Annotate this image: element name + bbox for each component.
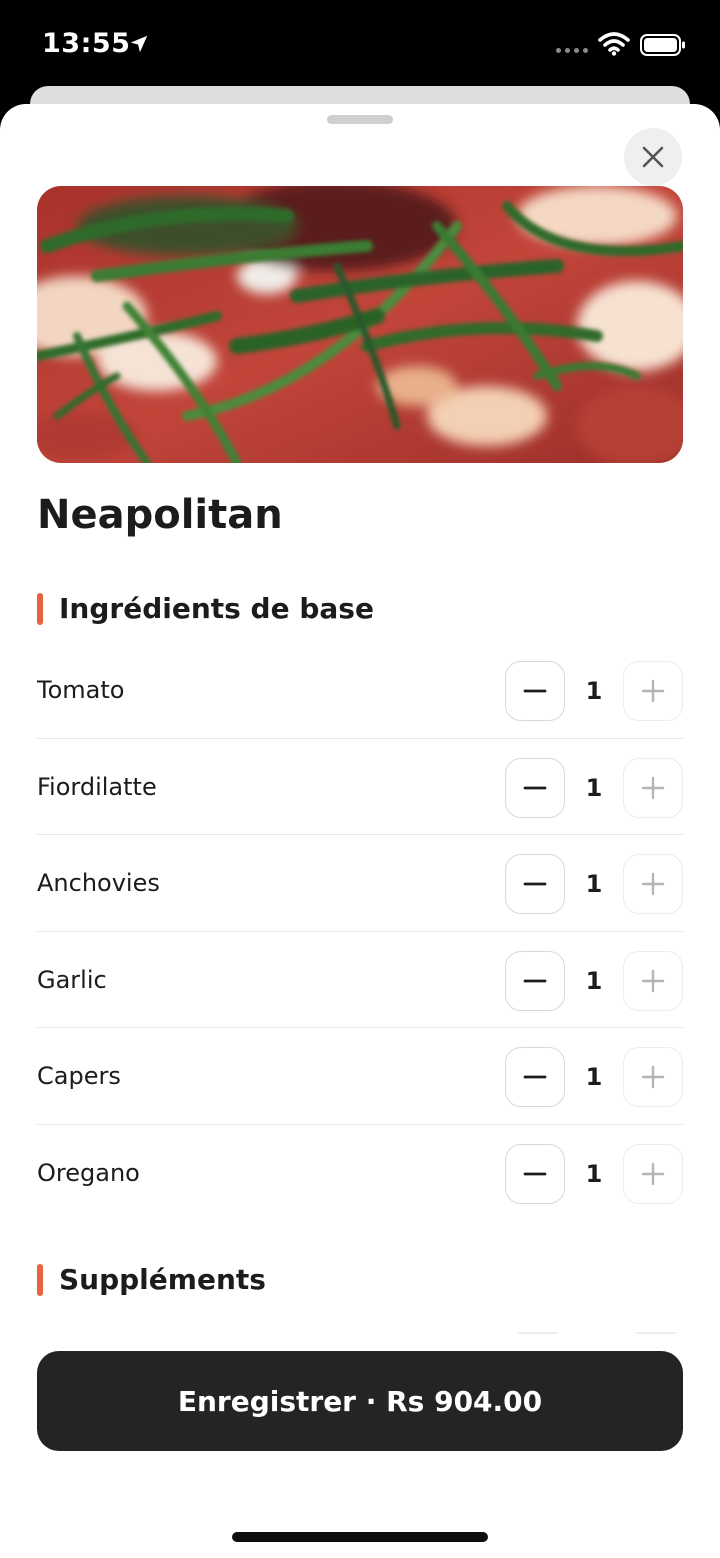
increase-button[interactable] <box>623 950 683 1011</box>
quantity-value: 1 <box>585 966 603 995</box>
quantity-value: 1 <box>585 1063 603 1092</box>
minus-icon <box>523 1172 547 1176</box>
product-sheet: Neapolitan Ingrédients de base Tomato 1 … <box>0 104 720 1558</box>
ingredient-row-oregano: Oregano 1 <box>37 1125 683 1222</box>
increase-button[interactable] <box>623 1143 683 1204</box>
quantity-stepper: 1 <box>505 661 683 721</box>
decrease-button[interactable] <box>505 950 565 1011</box>
quantity-stepper: 1 <box>505 1143 683 1204</box>
close-button[interactable] <box>624 128 682 186</box>
ingredient-name: Garlic <box>37 965 107 994</box>
minus-icon <box>523 882 547 886</box>
location-arrow-icon <box>130 35 148 53</box>
status-bar: 13:55 <box>0 0 720 88</box>
save-button[interactable]: Enregistrer · Rs 904.00 <box>37 1351 683 1451</box>
plus-icon <box>641 1162 665 1186</box>
home-indicator <box>232 1532 488 1542</box>
quantity-stepper: 1 <box>505 950 683 1011</box>
quantity-value: 1 <box>585 677 603 705</box>
quantity-stepper: 1 <box>505 1047 683 1108</box>
ingredient-name: Oregano <box>37 1158 140 1187</box>
quantity-value: 1 <box>585 1159 603 1188</box>
increase-button[interactable] <box>623 854 683 915</box>
plus-icon <box>641 1066 665 1089</box>
quantity-stepper: 1 <box>505 757 683 818</box>
minus-icon <box>523 979 547 983</box>
quantity-stepper: 1 <box>505 854 683 915</box>
signal-dots-icon <box>556 48 588 53</box>
ingredient-row-garlic: Garlic 1 <box>37 932 683 1029</box>
decrease-button[interactable] <box>505 661 565 721</box>
increase-button[interactable] <box>623 757 683 818</box>
ingredient-list: Tomato 1 Fiordilatte 1 Anchovies 1 Garli… <box>37 642 683 1222</box>
plus-icon <box>641 776 665 799</box>
ingredient-row-fiordilatte: Fiordilatte 1 <box>37 739 683 836</box>
decrease-button[interactable] <box>505 1143 565 1204</box>
section-base-ingredients: Ingrédients de base <box>37 592 374 625</box>
section-supplements: Suppléments <box>37 1263 266 1296</box>
quantity-value: 1 <box>585 773 603 802</box>
decrease-button[interactable] <box>505 757 565 818</box>
ingredient-row-capers: Capers 1 <box>37 1028 683 1125</box>
plus-icon <box>641 872 665 896</box>
sheet-grabber[interactable] <box>327 115 393 124</box>
scrolled-stepper-edge <box>518 1332 676 1336</box>
section-accent-bar <box>37 1263 43 1296</box>
quantity-value: 1 <box>585 870 603 899</box>
ingredient-name: Capers <box>37 1062 121 1091</box>
ingredient-name: Anchovies <box>37 869 160 898</box>
battery-icon <box>640 34 685 56</box>
decrease-button[interactable] <box>505 854 565 915</box>
close-icon <box>642 146 664 168</box>
section-title: Suppléments <box>59 1263 266 1296</box>
status-time: 13:55 <box>42 28 131 59</box>
plus-icon <box>641 679 665 703</box>
ingredient-name: Fiordilatte <box>37 772 157 801</box>
minus-icon <box>523 689 547 693</box>
wifi-icon <box>598 32 630 56</box>
minus-icon <box>523 786 547 789</box>
section-accent-bar <box>37 592 43 625</box>
ingredient-name: Tomato <box>37 676 125 704</box>
minus-icon <box>523 1075 547 1079</box>
ingredient-row-tomato: Tomato 1 <box>37 642 683 739</box>
increase-button[interactable] <box>623 661 683 721</box>
product-image <box>37 186 683 463</box>
product-title: Neapolitan <box>37 492 283 538</box>
increase-button[interactable] <box>623 1047 683 1108</box>
section-title: Ingrédients de base <box>59 592 374 625</box>
plus-icon <box>641 969 665 992</box>
decrease-button[interactable] <box>505 1047 565 1108</box>
ingredient-row-anchovies: Anchovies 1 <box>37 835 683 932</box>
